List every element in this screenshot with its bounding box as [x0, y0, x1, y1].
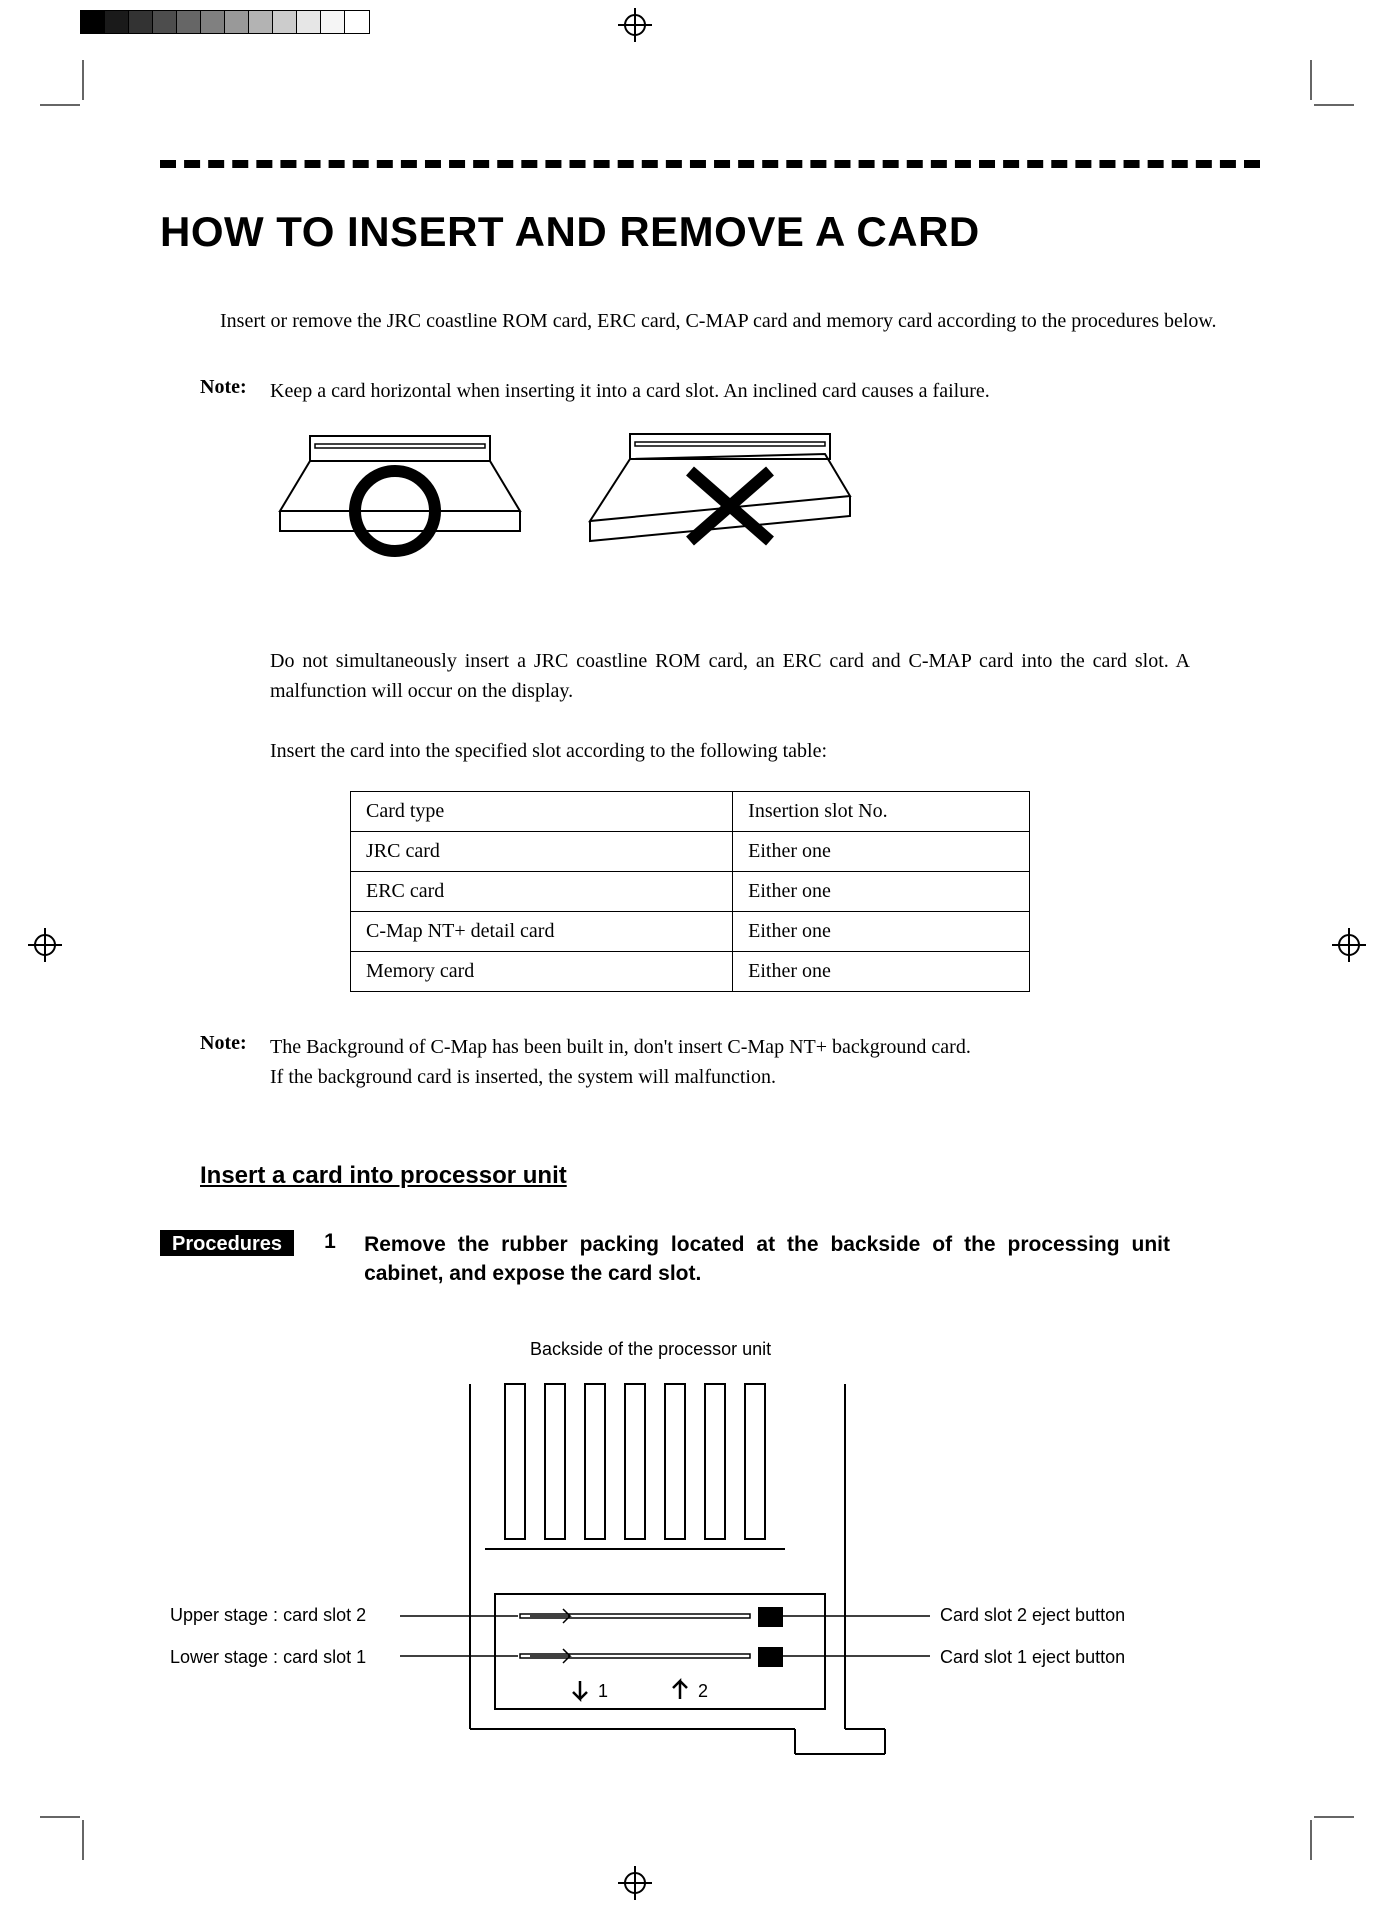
registration-mark-icon: [30, 930, 60, 960]
note-label: Note:: [200, 1032, 270, 1092]
table-header-cell: Card type: [351, 792, 733, 832]
slot-number-label: 2: [698, 1681, 708, 1701]
eject1-label: Card slot 1 eject button: [940, 1647, 1125, 1668]
procedures-tag: Procedures: [160, 1230, 294, 1256]
crop-mark-icon: [82, 1820, 84, 1860]
lower-slot-label: Lower stage : card slot 1: [170, 1647, 366, 1668]
note-block: Note: Keep a card horizontal when insert…: [200, 376, 1260, 406]
page-content: HOW TO INSERT AND REMOVE A CARD Insert o…: [160, 160, 1260, 1789]
table-row: ERC cardEither one: [351, 872, 1030, 912]
crop-mark-icon: [82, 60, 84, 100]
incorrect-card-icon: [570, 426, 890, 596]
crop-mark-icon: [40, 1816, 80, 1818]
registration-mark-icon: [1334, 930, 1364, 960]
table-row: C-Map NT+ detail cardEither one: [351, 912, 1030, 952]
procedure-row: Procedures 1 Remove the rubber packing l…: [160, 1230, 1260, 1289]
dashed-divider: [160, 160, 1260, 168]
table-row: JRC cardEither one: [351, 832, 1030, 872]
table-header-cell: Insertion slot No.: [733, 792, 1030, 832]
page-title: HOW TO INSERT AND REMOVE A CARD: [160, 208, 1260, 256]
intro-paragraph: Insert or remove the JRC coastline ROM c…: [220, 306, 1240, 336]
note-text: Keep a card horizontal when inserting it…: [270, 376, 1190, 406]
note-text: The Background of C-Map has been built i…: [270, 1032, 1190, 1092]
warning-paragraph: Do not simultaneously insert a JRC coast…: [270, 646, 1190, 706]
registration-mark-icon: [620, 10, 650, 40]
procedure-number: 1: [324, 1230, 364, 1289]
registration-mark-icon: [620, 1868, 650, 1898]
processor-unit-diagram: Backside of the processor unit: [190, 1339, 1260, 1789]
note-block: Note: The Background of C-Map has been b…: [200, 1032, 1260, 1092]
crop-mark-icon: [1314, 1816, 1354, 1818]
slot-number-label: 1: [598, 1681, 608, 1701]
section-heading: Insert a card into processor unit: [200, 1162, 1260, 1190]
card-slot-table: Card type Insertion slot No. JRC cardEit…: [350, 791, 1030, 992]
correct-card-icon: [260, 426, 560, 596]
card-orientation-illustration: [260, 426, 1260, 596]
crop-mark-icon: [1310, 60, 1312, 100]
calibration-bar: [80, 10, 370, 34]
eject2-label: Card slot 2 eject button: [940, 1605, 1125, 1626]
diagram-title: Backside of the processor unit: [530, 1339, 771, 1360]
note-label: Note:: [200, 376, 270, 406]
crop-mark-icon: [40, 104, 80, 106]
procedure-text: Remove the rubber packing located at the…: [364, 1230, 1170, 1289]
crop-mark-icon: [1310, 1820, 1312, 1860]
table-row: Memory cardEither one: [351, 952, 1030, 992]
upper-slot-label: Upper stage : card slot 2: [170, 1605, 366, 1626]
crop-mark-icon: [1314, 104, 1354, 106]
table-intro-paragraph: Insert the card into the specified slot …: [270, 736, 1240, 766]
processor-back-illustration: 1 2: [340, 1369, 1240, 1799]
